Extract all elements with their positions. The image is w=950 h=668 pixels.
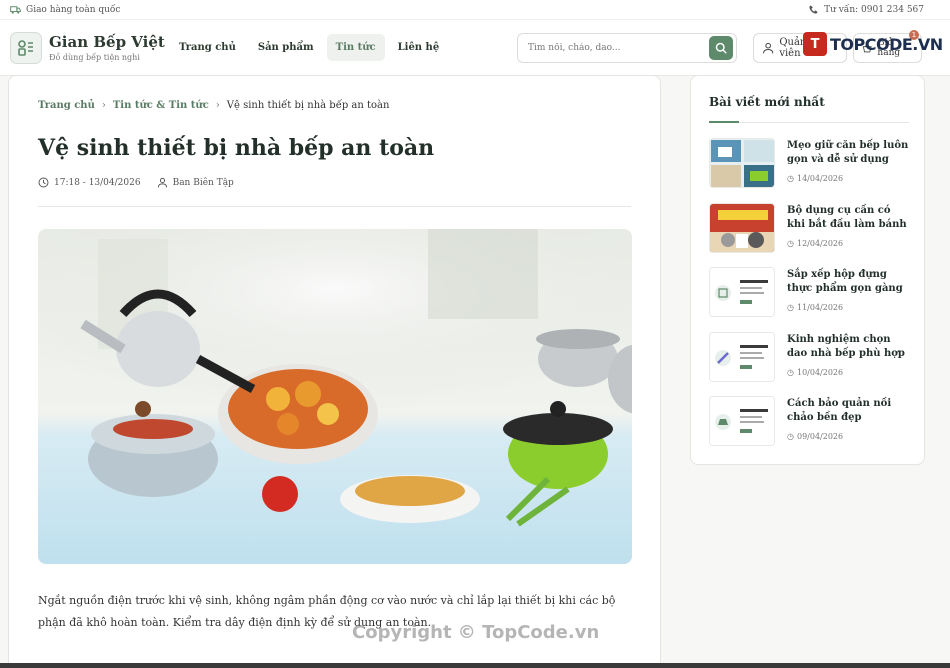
top-bar: Giao hàng toàn quốc Tư vấn: 0901 234 567 — [0, 0, 950, 20]
search-input[interactable] — [528, 43, 709, 53]
post-title[interactable]: Kinh nghiệm chọn dao nhà bếp phù hợp — [787, 333, 911, 361]
brand-tagline: Đồ dùng bếp tiện nghi — [49, 53, 140, 62]
breadcrumb: Trang chủ › Tin tức & Tin tức › Vệ sinh … — [38, 100, 389, 111]
nav-contact[interactable]: Liên hệ — [389, 34, 449, 61]
topcode-watermark: T TOPCODE.VN — [803, 32, 943, 56]
sidebar-post[interactable]: Mẹo giữ căn bếp luôn gọn và dễ sử dụng ◷… — [709, 138, 909, 190]
chevron-right-icon: › — [215, 100, 220, 111]
sidebar-post[interactable]: Kinh nghiệm chọn dao nhà bếp phù hợp ◷ 10… — [709, 332, 909, 384]
copyright-watermark: Copyright © TopCode.vn — [352, 622, 600, 643]
post-date: ◷ 09/04/2026 — [787, 432, 844, 441]
shipping-text: Giao hàng toàn quốc — [26, 4, 121, 15]
post-title[interactable]: Mẹo giữ căn bếp luôn gọn và dễ sử dụng — [787, 139, 911, 167]
article-panel: Trang chủ › Tin tức & Tin tức › Vệ sinh … — [8, 75, 661, 668]
clock-icon — [38, 177, 49, 188]
article-hero-image — [38, 229, 632, 564]
phone-icon — [809, 5, 818, 14]
nav-home[interactable]: Trang chủ — [170, 34, 245, 61]
article-author: Ban Biên Tập — [172, 177, 234, 188]
article-title: Vệ sinh thiết bị nhà bếp an toàn — [38, 135, 435, 161]
post-thumbnail[interactable] — [709, 203, 775, 253]
post-title[interactable]: Sắp xếp hộp đựng thực phẩm gọn gàng — [787, 268, 911, 296]
main-nav: Trang chủ Sản phẩm Tin tức Liên hệ — [170, 34, 448, 61]
post-date: ◷ 12/04/2026 — [787, 239, 844, 248]
search-button[interactable] — [709, 36, 733, 60]
latest-posts-sidebar: Bài viết mới nhất Mẹo giữ căn bếp luôn g… — [690, 75, 925, 465]
topcode-text: TOPCODE.VN — [830, 34, 943, 54]
user-icon — [763, 42, 774, 54]
article-meta: 17:18 - 13/04/2026 Ban Biên Tập — [38, 177, 234, 188]
shipping-info: Giao hàng toàn quốc — [10, 4, 120, 15]
breadcrumb-section[interactable]: Tin tức & Tin tức — [113, 100, 209, 111]
sidebar-post[interactable]: Sắp xếp hộp đựng thực phẩm gọn gàng ◷ 11/… — [709, 267, 909, 319]
title-divider — [38, 206, 631, 207]
post-thumbnail[interactable] — [709, 332, 775, 382]
site-header: Gian Bếp Việt Đồ dùng bếp tiện nghi Tran… — [0, 20, 950, 76]
breadcrumb-current: Vệ sinh thiết bị nhà bếp an toàn — [226, 100, 390, 111]
search-icon — [715, 42, 727, 54]
post-date: ◷ 11/04/2026 — [787, 303, 844, 312]
search-box — [517, 33, 737, 63]
hotline-text: Tư vấn: 0901 234 567 — [824, 4, 924, 15]
post-thumbnail[interactable] — [709, 267, 775, 317]
logo-icon — [10, 31, 42, 64]
clock-icon: ◷ — [787, 174, 794, 183]
hotline-info[interactable]: Tư vấn: 0901 234 567 — [808, 4, 924, 15]
sidebar-title: Bài viết mới nhất — [709, 95, 825, 109]
post-date: ◷ 10/04/2026 — [787, 368, 844, 377]
chevron-right-icon: › — [101, 100, 106, 111]
truck-icon — [10, 6, 21, 14]
post-title[interactable]: Bộ dụng cụ cần có khi bắt đầu làm bánh — [787, 204, 911, 232]
breadcrumb-home[interactable]: Trang chủ — [38, 100, 95, 111]
post-thumbnail[interactable] — [709, 396, 775, 446]
post-date: ◷ 14/04/2026 — [787, 174, 844, 183]
sidebar-post[interactable]: Bộ dụng cụ cần có khi bắt đầu làm bánh ◷… — [709, 203, 909, 255]
user-icon — [157, 177, 167, 188]
nav-news[interactable]: Tin tức — [326, 34, 385, 61]
bottom-bar — [0, 663, 950, 668]
article-datetime: 17:18 - 13/04/2026 — [54, 177, 141, 188]
sidebar-post[interactable]: Cách bảo quản nồi chảo bền đẹp ◷ 09/04/20… — [709, 396, 909, 448]
nav-products[interactable]: Sản phẩm — [249, 34, 323, 61]
brand-name: Gian Bếp Việt — [49, 33, 165, 51]
sidebar-divider — [709, 121, 909, 123]
clock-icon: ◷ — [787, 368, 794, 377]
site-logo[interactable]: Gian Bếp Việt Đồ dùng bếp tiện nghi — [10, 31, 168, 64]
clock-icon: ◷ — [787, 303, 794, 312]
post-title[interactable]: Cách bảo quản nồi chảo bền đẹp — [787, 397, 911, 425]
clock-icon: ◷ — [787, 432, 794, 441]
post-thumbnail[interactable] — [709, 138, 775, 188]
clock-icon: ◷ — [787, 239, 794, 248]
topcode-mark: T — [803, 32, 827, 56]
